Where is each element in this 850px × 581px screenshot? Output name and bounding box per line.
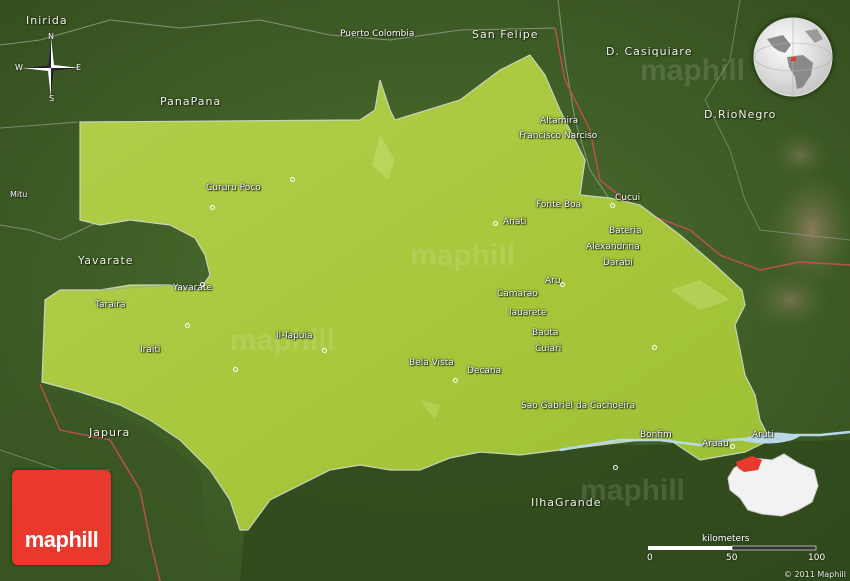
northeastern-hills bbox=[770, 130, 830, 180]
label-aru[interactable]: Aru bbox=[545, 276, 561, 287]
label-d-rionegro[interactable]: D.RioNegro bbox=[704, 108, 776, 121]
settlement-marker bbox=[290, 177, 295, 182]
compass-north: N bbox=[48, 32, 54, 41]
settlement-marker bbox=[560, 282, 565, 287]
label-francisco-narciso[interactable]: Francisco Narciso bbox=[519, 131, 597, 142]
relief-map[interactable]: maphill maphill maphill maphill N S E W … bbox=[0, 0, 850, 581]
label-alexandrina[interactable]: Alexandrina bbox=[586, 242, 640, 253]
logo-text: maphill bbox=[24, 527, 99, 552]
label-san-felipe[interactable]: San Felipe bbox=[472, 28, 539, 41]
label-aruau[interactable]: Aruau bbox=[702, 439, 729, 450]
settlement-marker bbox=[652, 345, 657, 350]
globe-locator bbox=[753, 17, 833, 97]
settlement-marker bbox=[200, 282, 205, 287]
label-iauarete[interactable]: Iauarete bbox=[509, 308, 547, 319]
label-yavarate-region[interactable]: Yavarate bbox=[78, 254, 134, 267]
settlement-marker bbox=[493, 221, 498, 226]
label-japura[interactable]: Japura bbox=[89, 426, 130, 439]
compass-south: S bbox=[49, 94, 55, 103]
settlement-marker bbox=[322, 348, 327, 353]
label-panapana[interactable]: PanaPana bbox=[160, 95, 221, 108]
label-bateria[interactable]: Bateria bbox=[609, 226, 641, 237]
watermark-1: maphill bbox=[410, 239, 515, 272]
scale-ruler bbox=[648, 545, 817, 551]
label-camarao[interactable]: Camarao bbox=[497, 289, 538, 300]
label-cururu-poco[interactable]: Cururu Poco bbox=[206, 183, 261, 194]
compass-west: W bbox=[15, 63, 23, 72]
watermark-2: maphill bbox=[640, 54, 745, 87]
settlement-marker bbox=[613, 465, 618, 470]
settlement-marker bbox=[610, 203, 615, 208]
label-altamira[interactable]: Altamira bbox=[540, 116, 578, 127]
label-aruti[interactable]: Aruti bbox=[752, 430, 774, 441]
scale-bar: kilometers 0 50 100 bbox=[640, 534, 830, 566]
label-bauta[interactable]: Bauta bbox=[532, 328, 558, 339]
compass-east: E bbox=[76, 63, 82, 72]
label-iraiti[interactable]: Iraiti bbox=[140, 345, 160, 356]
label-fonte-boa[interactable]: Fonte Boa bbox=[536, 200, 581, 211]
label-il-tapuia[interactable]: Il-Tapuia bbox=[276, 331, 313, 342]
state-outline-icon bbox=[727, 453, 819, 517]
label-sao-gabriel[interactable]: Sao Gabriel da Cachoeira bbox=[521, 401, 635, 412]
label-decana[interactable]: Decana bbox=[467, 366, 501, 377]
label-bonfim[interactable]: Bonfim bbox=[640, 430, 672, 441]
label-yavarate-town[interactable]: Yavarate bbox=[173, 283, 212, 294]
globe-icon bbox=[753, 17, 833, 97]
scale-tick-100: 100 bbox=[808, 553, 826, 563]
label-darabi[interactable]: Darabi bbox=[603, 258, 633, 269]
copyright-notice: © 2011 Maphill bbox=[783, 570, 846, 579]
settlement-marker bbox=[453, 378, 458, 383]
state-inset-map bbox=[722, 450, 822, 522]
label-inirida[interactable]: Inirida bbox=[26, 14, 68, 27]
scale-unit: kilometers bbox=[702, 534, 750, 544]
settlement-marker bbox=[185, 323, 190, 328]
label-anati[interactable]: Anati bbox=[503, 217, 526, 228]
label-d-casiquiare[interactable]: D. Casiquiare bbox=[606, 45, 692, 58]
settlement-marker bbox=[210, 205, 215, 210]
maphill-logo[interactable]: maphill bbox=[12, 470, 111, 565]
settlement-marker bbox=[233, 367, 238, 372]
label-puerto-colombia[interactable]: Puerto Colombia bbox=[340, 29, 414, 40]
label-taraira[interactable]: Taraira bbox=[95, 300, 125, 311]
compass-rose: N S E W bbox=[14, 32, 88, 104]
label-cuiari[interactable]: Cuiari bbox=[535, 344, 561, 355]
scale-tick-0: 0 bbox=[647, 553, 653, 563]
settlement-marker bbox=[730, 444, 735, 449]
label-ilha-grande[interactable]: IlhaGrande bbox=[531, 496, 602, 509]
label-cucui[interactable]: Cucui bbox=[615, 193, 640, 204]
scale-tick-50: 50 bbox=[726, 553, 738, 563]
eastern-hills bbox=[750, 270, 830, 330]
label-bela-vista[interactable]: Bela Vista bbox=[409, 358, 454, 369]
label-mitu[interactable]: Mitu bbox=[10, 189, 27, 200]
